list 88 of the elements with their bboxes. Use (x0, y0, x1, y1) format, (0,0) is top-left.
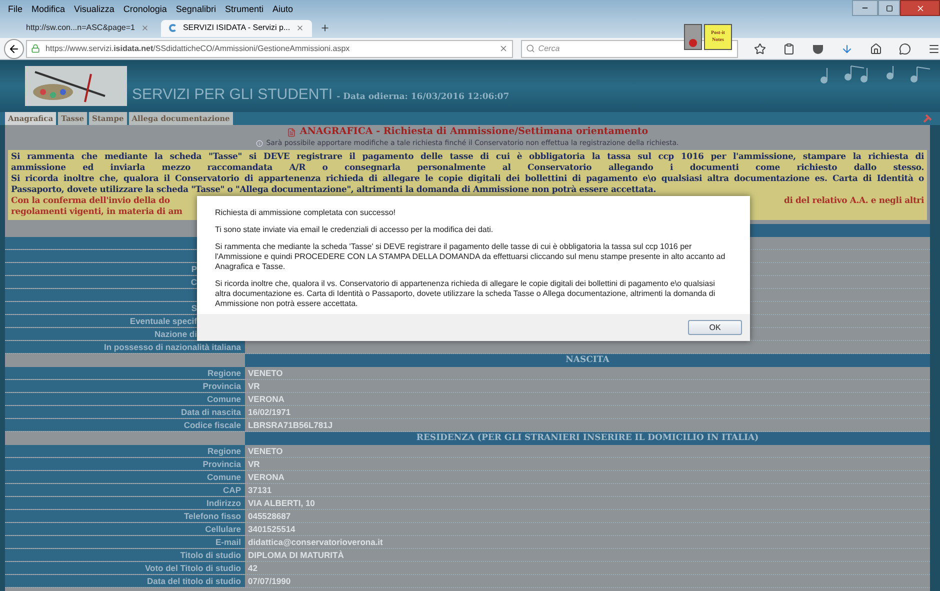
info-icon (256, 140, 264, 146)
field-label: Telefono fisso (184, 511, 241, 521)
field-label: P (191, 264, 197, 274)
field-value: didattica@conservatorioverona.it (248, 537, 383, 547)
page-title: ANAGRAFICA - Richiesta di Ammissione/Settimana orientamento (300, 125, 648, 139)
lock-icon (30, 44, 40, 53)
browser-tab[interactable]: http://sw.con...n=ASC&page=1 (18, 20, 157, 36)
maximize-icon (886, 4, 892, 12)
menu-icon[interactable] (928, 42, 940, 54)
field-label: Eventuale specif (130, 316, 197, 326)
browser-tab[interactable]: SERVIZI ISIDATA - Servizi p... (160, 20, 312, 36)
field-value: VENETO (248, 368, 283, 378)
dialog-text: Si ricorda inoltre che, qualora il vs. Conservatorio di appartenenza richieda di allegare le copie digitali dei bollettini di pagamento e\o qualsiasi altra documentazione es. Carta di Identità o Passaporto, dovete utilizzare la scheda Tasse o Allega documentazione, altrimenti la domanda di Ammissione non potrà essere accettata. (215, 279, 716, 309)
field-value: VERONA (248, 472, 284, 482)
menu-item[interactable]: Visualizza (74, 3, 114, 16)
clear-icon[interactable] (499, 44, 508, 53)
loading-icon (168, 24, 177, 32)
search-icon (526, 44, 536, 53)
field-value: VENETO (248, 446, 283, 456)
field-value: LBRSRA71B56L781J (248, 420, 333, 430)
close-icon (916, 4, 924, 12)
field-value: DIPLOMA DI MATURITÀ (248, 550, 344, 560)
section-title: RESIDENZA (PER GLI STRANIERI INSERIRE IL DOMICILIO IN ITALIA) (416, 433, 759, 443)
field-label: Voto del Titolo di studio (144, 563, 241, 573)
notice-text: Passaporto, dovete utilizzare la scheda "Tasse" o "Allega documentazione", altrimenti la domanda di Ammissione non potrà essere accettata. (11, 185, 656, 196)
bookmark-star-icon[interactable] (754, 42, 766, 54)
field-label: Data del titolo di studio (147, 576, 241, 586)
field-value: VIA ALBERTI, 10 (248, 498, 315, 508)
field-label: Provincia (202, 381, 241, 391)
field-value: VERONA (248, 394, 284, 404)
pocket-icon[interactable] (812, 44, 824, 54)
field-label: Regione (207, 368, 241, 378)
dialog-text: Richiesta di ammissione completata con successo! (215, 208, 397, 218)
field-label: C (190, 277, 197, 287)
notice-text: ammissione ed inviarla mezzo raccomandata A/R o consegnarla personalmente al Conservatorio allegando i documenti come richiesto dallo stesso. (11, 163, 924, 174)
field-label: Indirizzo (206, 498, 241, 508)
document-icon (286, 128, 296, 137)
notice-text: Si ricorda inoltre che, qualora il Conservatorio di appartenenza richieda di allegare le copie digitali dei bollettini di pagamento e\o qualsiasi altra documentazione es. Carta di Identità o (11, 174, 924, 185)
field-value: 045528687 (248, 511, 291, 521)
close-button[interactable] (900, 0, 940, 16)
url-field[interactable]: https://www.servizi.isidata.net/SSdidatticheCO/Ammissioni/GestioneAmmissioni.aspx (26, 40, 514, 58)
field-value: VR (248, 459, 260, 469)
menu-item[interactable]: Modifica (32, 3, 66, 16)
menu-item[interactable]: File (8, 3, 23, 16)
field-label: S (191, 303, 197, 313)
field-value: VR (248, 381, 260, 391)
field-label: Regione (207, 446, 241, 456)
field-label: Data di nascita (181, 407, 241, 417)
field-label: E-mail (215, 537, 241, 547)
field-label: Titolo di studio (180, 550, 241, 560)
field-value: 3401525514 (248, 524, 296, 534)
site-title: SERVIZI PER GLI STUDENTI (132, 84, 333, 104)
new-tab-icon[interactable] (320, 22, 330, 32)
download-icon[interactable] (841, 42, 853, 54)
notice-text: regolamenti vigenti, in materia di am (11, 207, 182, 218)
current-date: - Data odierna: 16/03/2016 12:06:07 (336, 90, 510, 104)
field-value: 42 (248, 563, 258, 573)
notice-text: Si rammenta che mediante la scheda "Tasse" si DEVE registrare il pagamento delle tasse di cui è obbligatoria la tassa sul ccp 1016 per l'ammissione, stampare la richiesta di (11, 152, 924, 163)
back-arrow-icon (8, 42, 20, 54)
clipboard-icon[interactable] (783, 42, 795, 54)
back-button[interactable] (4, 38, 24, 58)
dialog-text: Si rammenta che mediante la scheda 'Tasse' si DEVE registrare il pagamento delle tasse di cui è obbligatoria la tassa sul ccp 1016 per l'Ammissione e quindi PROCEDERE CON LA STAMPA DELLA DOMANDA da effettuarsi cliccando sul menu stampe presente in alto accanto ad Anagrafica e Tasse. (215, 242, 726, 272)
close-tab-icon[interactable] (140, 24, 149, 32)
home-icon[interactable] (870, 42, 882, 54)
ok-button[interactable]: OK (688, 320, 742, 335)
menu-item[interactable]: Strumenti (224, 3, 264, 16)
menu-item[interactable]: Aiuto (272, 3, 293, 16)
dialog-text: Ti sono state inviate via email le credenziali di accesso per la modifica dei dati. (215, 225, 494, 235)
field-label: Nazione di (154, 329, 197, 339)
field-value: 16/02/1971 (248, 407, 291, 417)
menu-item[interactable]: Segnalibri (176, 3, 216, 16)
maximize-button[interactable] (878, 0, 900, 16)
field-label: Comune (207, 472, 241, 482)
alarm-clock-icon[interactable] (684, 24, 702, 50)
field-value: 37131 (248, 485, 272, 495)
field-label: Comune (207, 394, 241, 404)
field-label: Cellulare (205, 524, 241, 534)
chat-icon[interactable] (899, 42, 911, 54)
field-label: Codice fiscale (184, 420, 241, 430)
notice-text: di del relativo A.A. e negli altri (784, 196, 924, 207)
notice-text: Con la conferma dell'invio della do (11, 196, 170, 207)
field-label: In possesso di nazionalità italiana (104, 342, 241, 352)
section-title: NASCITA (566, 355, 610, 365)
field-value: 07/07/1990 (248, 576, 291, 586)
menu-item[interactable]: Cronologia (123, 3, 167, 16)
field-label: CAP (223, 485, 241, 495)
field-label: Provincia (202, 459, 241, 469)
close-tab-icon[interactable] (296, 24, 304, 32)
